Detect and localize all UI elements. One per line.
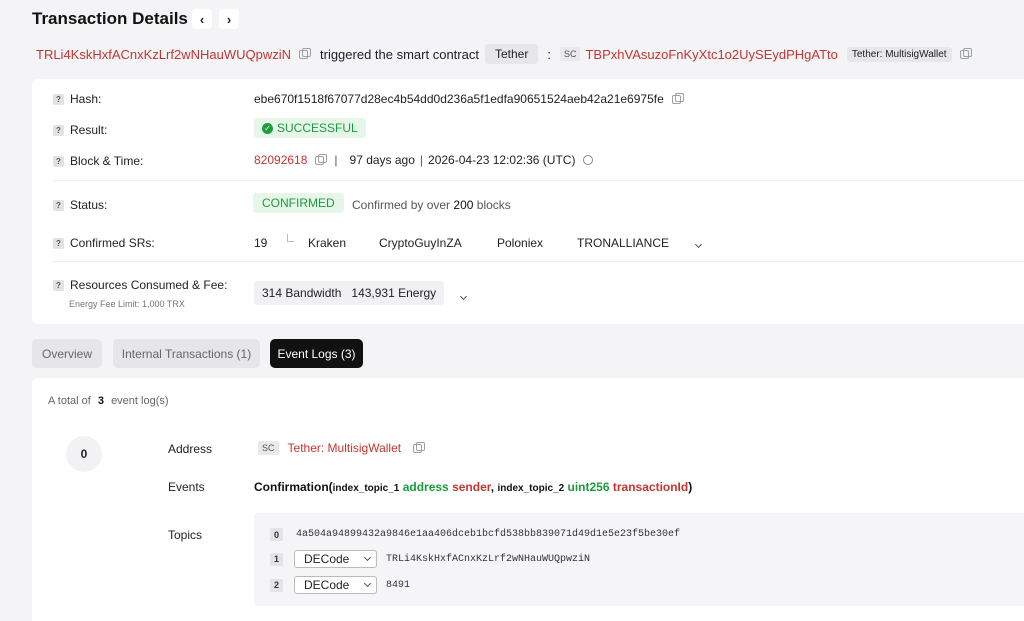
energy-fee-limit: Energy Fee Limit: 1,000 TRX — [69, 299, 185, 309]
resources-label: Resources Consumed & Fee: — [70, 278, 228, 292]
sc-badge: SC — [258, 441, 279, 455]
contract-tag: Tether: MultisigWallet — [846, 46, 952, 62]
confirmed-suffix: blocks — [476, 198, 511, 212]
tab-internal-transactions[interactable]: Internal Transactions (1) — [113, 339, 260, 368]
copy-icon[interactable] — [671, 92, 684, 104]
from-address-link[interactable]: TRLi4KskHxfACnxKzLrf2wNHauWUQpwziN — [36, 47, 291, 62]
clock-icon[interactable] — [583, 155, 594, 165]
sr-item[interactable]: Kraken — [308, 236, 346, 250]
sc-badge: SC — [559, 47, 581, 61]
confirmed-by-text: Confirmed by over — [352, 198, 451, 212]
chevron-down-icon — [363, 553, 372, 562]
chevron-left-icon: ‹ — [199, 11, 205, 27]
divider — [53, 180, 1024, 181]
colon-text: : — [547, 46, 551, 62]
copy-icon[interactable] — [959, 47, 972, 59]
param-type: address — [402, 480, 449, 494]
sr-item[interactable]: Poloniex — [497, 236, 543, 250]
topic-value: 8491 — [386, 579, 411, 591]
event-name: Confirmation( — [254, 480, 333, 494]
block-time-label: Block & Time: — [70, 154, 144, 168]
topic-index: 0 — [270, 528, 283, 541]
copy-icon[interactable] — [413, 441, 426, 453]
copy-icon[interactable] — [315, 153, 328, 165]
bandwidth-value: 314 Bandwidth — [262, 286, 342, 300]
decode-select[interactable]: DECode — [294, 550, 377, 568]
page-title: Transaction Details — [32, 9, 188, 28]
decode-select[interactable]: DECode — [294, 576, 377, 594]
hash-label: Hash: — [70, 92, 102, 106]
topics-label: Topics — [168, 528, 203, 542]
divider — [53, 261, 1024, 262]
help-icon[interactable]: ? — [53, 124, 64, 136]
topic-index: 1 — [270, 552, 283, 566]
separator: | — [334, 153, 338, 167]
event-index-badge: 0 — [66, 436, 102, 472]
tab-overview[interactable]: Overview — [32, 339, 102, 368]
result-badge: ✓ SUCCESSFUL — [254, 118, 366, 138]
triggered-text: triggered the smart contract — [320, 46, 479, 62]
help-icon[interactable]: ? — [53, 279, 64, 291]
timestamp: 2026-04-23 12:02:36 (UTC) — [428, 153, 576, 167]
confirmed-count: 200 — [453, 198, 474, 212]
tree-connector — [287, 234, 294, 242]
close-paren: ) — [688, 480, 693, 494]
days-ago: 97 days ago — [349, 153, 415, 167]
address-label: Address — [168, 442, 213, 456]
param-name: index_topic_2 — [497, 483, 565, 494]
check-circle-icon: ✓ — [262, 122, 273, 134]
srs-count: 19 — [254, 236, 268, 250]
event-address-link[interactable]: Tether: MultisigWallet — [288, 441, 402, 455]
prev-button[interactable]: ‹ — [192, 9, 212, 29]
contract-address-link[interactable]: TBPxhVAsuzoFnKyXtc1o2UySEydPHgATto — [585, 47, 837, 62]
topic-row: 2 DECode 8491 — [270, 576, 410, 594]
chevron-down-icon — [363, 579, 372, 588]
result-label: Result: — [70, 123, 108, 137]
topic-value: 4a504a94899432a9846e1aa406dceb1bcfd538bb… — [296, 529, 681, 540]
decode-select-value: DECode — [304, 552, 350, 566]
topic-row: 0 4a504a94899432a9846e1aa406dceb1bcfd538… — [270, 528, 680, 541]
help-icon[interactable]: ? — [53, 199, 64, 211]
status-badge: CONFIRMED — [253, 193, 344, 213]
param-type: uint256 — [567, 480, 610, 494]
decode-select-value: DECode — [304, 578, 350, 592]
total-prefix: A total of — [48, 395, 91, 407]
result-value: SUCCESSFUL — [277, 121, 358, 135]
help-icon[interactable]: ? — [53, 237, 64, 249]
tab-event-logs[interactable]: Event Logs (3) — [270, 339, 363, 368]
sr-item[interactable]: CryptoGuyInZA — [379, 236, 462, 250]
copy-icon[interactable] — [299, 47, 311, 59]
confirmed-srs-label: Confirmed SRs: — [70, 236, 155, 250]
events-label: Events — [168, 480, 205, 494]
expand-resources-button[interactable] — [459, 288, 468, 302]
resources-chip: 314 Bandwidth 143,931 Energy — [254, 281, 445, 305]
comma: , — [490, 480, 495, 494]
param-var: sender — [452, 480, 491, 494]
status-label: Status: — [70, 198, 108, 212]
energy-value: 143,931 Energy — [351, 286, 437, 300]
separator: | — [419, 153, 424, 167]
next-button[interactable]: › — [219, 9, 239, 29]
sr-item[interactable]: TRONALLIANCE — [577, 236, 669, 250]
topic-index: 2 — [270, 578, 283, 592]
help-icon[interactable]: ? — [53, 93, 64, 105]
token-tag[interactable]: Tether — [484, 44, 539, 64]
expand-srs-button[interactable] — [694, 236, 703, 250]
chevron-down-icon — [459, 292, 468, 301]
block-number-link[interactable]: 82092618 — [254, 153, 307, 167]
param-var: transactionId — [612, 480, 689, 494]
topic-value: TRLi4KskHxfACnxKzLrf2wNHauWUQpwziN — [386, 553, 591, 565]
help-icon[interactable]: ? — [53, 155, 64, 167]
chevron-right-icon: › — [226, 11, 232, 27]
chevron-down-icon — [694, 240, 703, 249]
event-signature: Confirmation(index_topic_1 address sende… — [254, 480, 692, 494]
total-count: 3 — [97, 395, 104, 407]
param-name: index_topic_1 — [332, 483, 400, 494]
topic-row: 1 DECode TRLi4KskHxfACnxKzLrf2wNHauWUQpw… — [270, 550, 590, 568]
total-suffix: event log(s) — [111, 395, 169, 407]
hash-value: ebe670f1518f67077d28ec4b54dd0d236a5f1edf… — [254, 92, 664, 106]
